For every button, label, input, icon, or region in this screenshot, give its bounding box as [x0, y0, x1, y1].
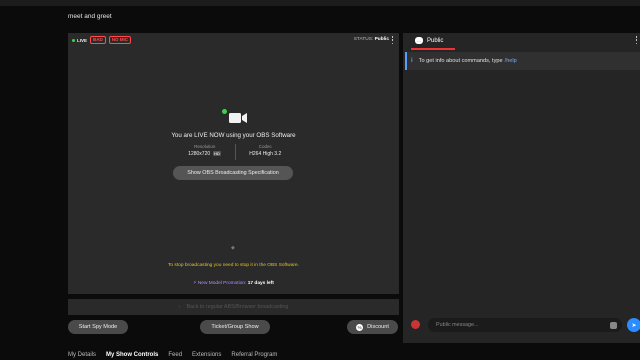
- stream-panel: LIVE BAD NO MIC STATUS: Public You are L…: [68, 33, 399, 294]
- bottom-tabs: My Details My Show Controls Feed Extensi…: [68, 352, 277, 358]
- resolution-value: 1280x720: [188, 151, 211, 157]
- chevron-left-icon: ‹: [178, 304, 181, 310]
- avatar[interactable]: [411, 320, 420, 329]
- hd-badge: HD: [212, 151, 222, 156]
- tab-extensions[interactable]: Extensions: [192, 352, 221, 358]
- stream-spec: Resolution 1280x720 HD Codec H264 High 3…: [175, 144, 295, 160]
- info-icon: i: [411, 58, 413, 64]
- chat-bubble-icon: …: [415, 37, 423, 44]
- status-display[interactable]: STATUS: Public: [354, 37, 389, 42]
- stream-header: LIVE BAD NO MIC: [68, 33, 399, 47]
- tab-my-details[interactable]: My Details: [68, 352, 96, 358]
- chat-kebab-icon[interactable]: [635, 36, 638, 44]
- tab-public-chat[interactable]: … Public: [403, 33, 640, 48]
- back-to-browser-broadcasting-button[interactable]: ‹ Back to regular ABS/Browser broadcasti…: [68, 299, 399, 315]
- bad-badge: BAD: [90, 36, 106, 44]
- active-tab-indicator: [411, 48, 455, 50]
- page-title: meet and greet: [68, 13, 112, 20]
- tab-feed[interactable]: Feed: [168, 352, 182, 358]
- discount-icon: %: [356, 323, 364, 331]
- start-spy-mode-button[interactable]: Start Spy Mode: [68, 320, 128, 334]
- live-dot-icon: [72, 38, 75, 42]
- discount-button[interactable]: % Discount: [347, 320, 398, 334]
- chat-notice: i To get info about commands, type /help: [405, 52, 640, 70]
- stop-broadcast-note: To stop broadcasting you need to stop it…: [168, 263, 299, 268]
- codec-value: H264 High 3.2: [249, 151, 282, 157]
- video-camera-icon: [229, 113, 247, 123]
- chat-message-input[interactable]: [428, 318, 622, 332]
- chat-panel: … Public i To get info about commands, t…: [403, 33, 640, 343]
- stream-kebab-icon[interactable]: [391, 36, 394, 44]
- resolution-label: Resolution: [194, 144, 216, 149]
- live-message: You are LIVE NOW using your OBS Software: [171, 132, 296, 139]
- promotion-status: ⚡ New Model Promotion: 17 days left: [193, 281, 274, 286]
- tab-referral-program[interactable]: Referral Program: [231, 352, 277, 358]
- loader-icon: ◆: [231, 245, 235, 251]
- tab-my-show-controls[interactable]: My Show Controls: [106, 352, 158, 358]
- send-icon: ➤: [631, 322, 637, 329]
- top-nav-bar: [0, 0, 640, 6]
- no-mic-badge: NO MIC: [108, 36, 132, 44]
- chat-input-row: ➤: [403, 316, 640, 336]
- emoji-icon[interactable]: [610, 322, 617, 329]
- ticket-group-show-button[interactable]: Ticket/Group Show: [200, 320, 270, 334]
- codec-label: Codec: [258, 144, 272, 149]
- live-indicator: LIVE: [72, 38, 87, 43]
- help-command: /help: [504, 58, 517, 64]
- send-button[interactable]: ➤: [627, 318, 640, 332]
- show-obs-spec-button[interactable]: Show OBS Broadcasting Specification: [173, 166, 293, 180]
- camera-status-dot: [222, 109, 227, 114]
